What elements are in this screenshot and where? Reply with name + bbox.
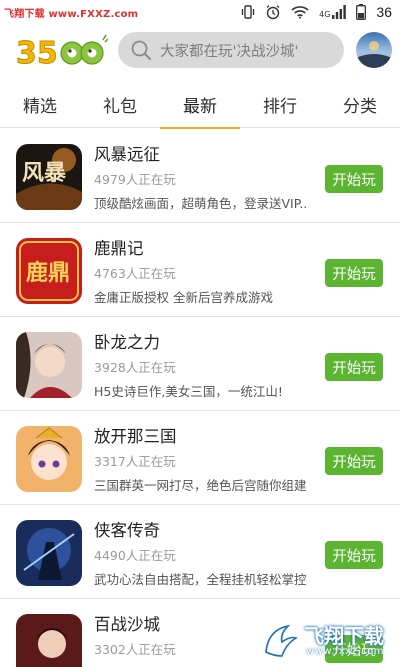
search-placeholder: 大家都在玩'决战沙城': [160, 43, 299, 60]
play-button[interactable]: 开始玩: [325, 447, 383, 475]
app-header: 35 大家都在玩'决战沙城': [0, 24, 400, 76]
game-list: 风暴 风暴远征 4979人正在玩 顶级酷炫画面，超萌角色，登录送VIP.. 开始…: [0, 129, 400, 667]
category-tabs: 精选 礼包 最新 排行 分类: [0, 80, 400, 129]
game-list-item[interactable]: 侠客传奇 4490人正在玩 武功心法自由搭配，全程挂机轻松掌控 开始玩: [0, 505, 400, 599]
game-thumb-text: 风暴: [22, 160, 67, 186]
game-player-count: 3302人正在玩: [94, 642, 176, 657]
tab-ranking[interactable]: 排行: [240, 80, 320, 128]
game-player-count: 4979人正在玩: [94, 172, 176, 187]
game-player-count: 3317人正在玩: [94, 454, 176, 469]
game-thumb-text: 鹿鼎: [26, 260, 70, 286]
status-bar: 飞翔下载 www.FXXZ.com 4G 36: [0, 0, 400, 24]
play-button[interactable]: 开始玩: [325, 541, 383, 569]
game-thumbnail[interactable]: [16, 614, 82, 667]
svg-text:35: 35: [16, 36, 58, 71]
game-player-count: 3928人正在玩: [94, 360, 176, 375]
game-title: 鹿鼎记: [94, 239, 144, 258]
game-title: 侠客传奇: [94, 521, 160, 540]
game-list-item[interactable]: 风暴 风暴远征 4979人正在玩 顶级酷炫画面，超萌角色，登录送VIP.. 开始…: [0, 129, 400, 223]
game-player-count: 4763人正在玩: [94, 266, 176, 281]
app-logo[interactable]: 35: [16, 32, 109, 72]
tab-gifts[interactable]: 礼包: [80, 80, 160, 128]
search-bar[interactable]: 大家都在玩'决战沙城': [118, 32, 344, 68]
game-description: 金庸正版授权 全新后宫养成游戏: [94, 290, 273, 305]
battery-level: 36: [376, 4, 392, 20]
game-title: 百战沙城: [94, 615, 160, 634]
game-title: 卧龙之力: [94, 333, 160, 352]
watermark-url: www.fxxz.com: [306, 646, 384, 657]
game-thumbnail[interactable]: [16, 426, 82, 492]
game-thumbnail[interactable]: 鹿鼎: [16, 238, 82, 304]
game-list-item[interactable]: 放开那三国 3317人正在玩 三国群英一网打尽，绝色后宫随你组建 开始玩: [0, 411, 400, 505]
game-description: 三国群英一网打尽，绝色后宫随你组建: [94, 478, 307, 493]
play-button[interactable]: 开始玩: [325, 165, 383, 193]
game-title: 放开那三国: [94, 427, 177, 446]
vibrate-icon: [241, 5, 255, 19]
game-description: H5史诗巨作,美女三国，一统江山!: [94, 384, 283, 399]
game-thumbnail[interactable]: [16, 332, 82, 398]
watermark-title: 飞翔下载: [304, 624, 384, 648]
game-description: 武功心法自由搭配，全程挂机轻松掌控: [94, 572, 307, 587]
game-player-count: 4490人正在玩: [94, 548, 176, 563]
game-title: 风暴远征: [94, 145, 160, 164]
status-icons: 4G 36: [241, 3, 392, 21]
game-description: 顶级酷炫画面，超萌角色，登录送VIP..: [94, 196, 308, 211]
wifi-icon: [291, 6, 309, 19]
game-list-item[interactable]: 鹿鼎 鹿鼎记 4763人正在玩 金庸正版授权 全新后宫养成游戏 开始玩: [0, 223, 400, 317]
user-avatar[interactable]: [356, 32, 392, 68]
search-icon: [131, 40, 151, 60]
game-thumbnail[interactable]: [16, 520, 82, 586]
signal-icon: 4G: [319, 5, 347, 19]
tab-featured[interactable]: 精选: [0, 80, 80, 128]
tab-newest[interactable]: 最新: [160, 80, 240, 129]
tab-categories[interactable]: 分类: [320, 80, 400, 128]
watermark-logo-icon: [265, 624, 298, 657]
game-thumbnail[interactable]: 风暴: [16, 144, 82, 210]
play-button[interactable]: 开始玩: [325, 259, 383, 287]
battery-icon: [356, 4, 367, 20]
site-watermark: 飞翔下载 www.fxxz.com: [262, 620, 392, 662]
game-list-item[interactable]: 卧龙之力 3928人正在玩 H5史诗巨作,美女三国，一统江山! 开始玩: [0, 317, 400, 411]
alarm-icon: [266, 5, 280, 20]
play-button[interactable]: 开始玩: [325, 353, 383, 381]
status-watermark: 飞翔下载 www.FXXZ.com: [4, 9, 139, 20]
network-type: 4G: [319, 10, 331, 19]
